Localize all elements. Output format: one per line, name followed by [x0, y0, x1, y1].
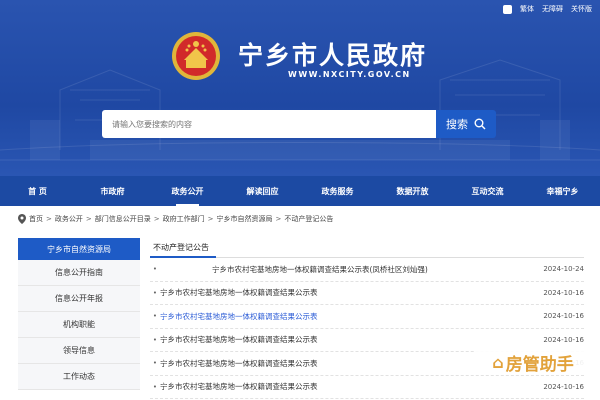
list-item-title[interactable]: 宁乡市农村宅基地房地一体权籍调查结果公示表(凤桥社区刘灿强): [160, 264, 534, 275]
bullet-icon: •: [152, 312, 158, 321]
breadcrumb-separator: >: [46, 215, 52, 223]
section-title: 不动产登记公告: [150, 238, 584, 258]
care-mode-link[interactable]: 关怀版: [571, 4, 592, 14]
list-item[interactable]: • 宁乡市农村宅基地房地一体权籍调查结果公示表(凤桥社区刘灿强) 2024-10…: [150, 258, 584, 282]
breadcrumb-separator: >: [153, 215, 160, 223]
breadcrumb-separator: >: [207, 215, 214, 223]
accessibility-link[interactable]: 无障碍: [542, 4, 563, 14]
nav-government-affairs[interactable]: 政务公开: [150, 176, 225, 206]
sidebar-item-functions[interactable]: 机构职能: [18, 312, 140, 338]
watermark-logo: ⌂ 房管助手: [474, 349, 592, 375]
search-icon: [474, 118, 486, 130]
list-item-date: 2024-10-16: [543, 335, 584, 344]
bullet-icon: •: [152, 382, 158, 391]
search-button[interactable]: 搜索: [436, 110, 496, 138]
city-gate-decoration: [0, 59, 600, 161]
nav-happy-ningxiang[interactable]: 幸福宁乡: [525, 176, 600, 206]
breadcrumb-dept-catalog[interactable]: 部门信息公开目录: [95, 214, 151, 224]
list-item[interactable]: • 宁乡市农村宅基地房地一体权籍调查结果公示表 2024-10-16: [150, 282, 584, 305]
home-icon[interactable]: [503, 4, 512, 14]
list-item[interactable]: • 宁乡市农村宅基地房地一体权籍调查结果公示表 2024-10-16: [150, 376, 584, 399]
breadcrumb-natural-resources[interactable]: 宁乡市自然资源局: [217, 214, 273, 224]
bullet-icon: •: [152, 265, 158, 274]
list-item-date: 2024-10-24: [543, 265, 584, 274]
breadcrumb: 首页 > 政务公开 > 部门信息公开目录 > 政府工作部门 > 宁乡市自然资源局…: [18, 212, 333, 226]
nav-city-government[interactable]: 市政府: [75, 176, 150, 206]
sidebar: 宁乡市自然资源局 信息公开指南 信息公开年报 机构职能 领导信息 工作动态: [18, 238, 140, 390]
national-emblem-icon: [172, 32, 220, 80]
sidebar-item-news[interactable]: 工作动态: [18, 364, 140, 390]
breadcrumb-separator: >: [85, 215, 92, 223]
section-title-label: 不动产登记公告: [153, 243, 209, 252]
list-item[interactable]: • 宁乡市农村宅基地房地一体权籍调查结果公示表 2024-10-16: [150, 305, 584, 329]
list-item-date: 2024-10-16: [543, 382, 584, 391]
nav-open-data[interactable]: 数据开放: [375, 176, 450, 206]
list-item-date: 2024-10-16: [543, 288, 584, 297]
bullet-icon: •: [152, 288, 158, 297]
watermark-door-icon: ⌂: [492, 352, 504, 372]
list-item-title[interactable]: 宁乡市农村宅基地房地一体权籍调查结果公示表: [160, 287, 534, 298]
list-item-title[interactable]: 宁乡市农村宅基地房地一体权籍调查结果公示表: [160, 311, 534, 322]
sidebar-title: 宁乡市自然资源局: [18, 238, 140, 260]
list-item-title[interactable]: 宁乡市农村宅基地房地一体权籍调查结果公示表: [160, 334, 534, 345]
bullet-icon: •: [152, 359, 158, 368]
main-nav: 首 页 市政府 政务公开 解读回应 政务服务 数据开放 互动交流 幸福宁乡: [0, 176, 600, 206]
section-title-underline: [150, 256, 216, 258]
bullet-icon: •: [152, 335, 158, 344]
breadcrumb-gov-depts[interactable]: 政府工作部门: [163, 214, 205, 224]
breadcrumb-current: 不动产登记公告: [284, 215, 334, 223]
nav-home[interactable]: 首 页: [0, 176, 75, 206]
nav-services[interactable]: 政务服务: [300, 176, 375, 206]
site-url: WWW.NXCITY.GOV.CN: [288, 70, 411, 79]
list-item-date: 2024-10-16: [543, 312, 584, 321]
nav-interaction[interactable]: 互动交流: [450, 176, 525, 206]
list-item-title[interactable]: 宁乡市农村宅基地房地一体权籍调查结果公示表: [160, 381, 534, 392]
breadcrumb-government-affairs[interactable]: 政务公开: [55, 214, 83, 224]
traditional-chinese-link[interactable]: 繁体: [520, 4, 534, 14]
breadcrumb-separator: >: [275, 215, 282, 223]
breadcrumb-home[interactable]: 首页: [29, 214, 43, 224]
search-button-label: 搜索: [446, 118, 468, 131]
sidebar-item-guide[interactable]: 信息公开指南: [18, 260, 140, 286]
search-input[interactable]: [102, 110, 437, 138]
watermark-text: 房管助手: [505, 354, 574, 375]
search-box: [102, 110, 437, 138]
site-header: 繁体 无障碍 关怀版 宁乡市人民政府 WWW.NXCITY.GOV.CN 搜索: [0, 0, 600, 176]
top-links: 繁体 无障碍 关怀版: [503, 4, 592, 14]
site-title: 宁乡市人民政府: [238, 41, 428, 70]
sidebar-item-annual-report[interactable]: 信息公开年报: [18, 286, 140, 312]
sidebar-item-leaders[interactable]: 领导信息: [18, 338, 140, 364]
nav-interpretation[interactable]: 解读回应: [225, 176, 300, 206]
location-pin-icon: [18, 214, 26, 224]
